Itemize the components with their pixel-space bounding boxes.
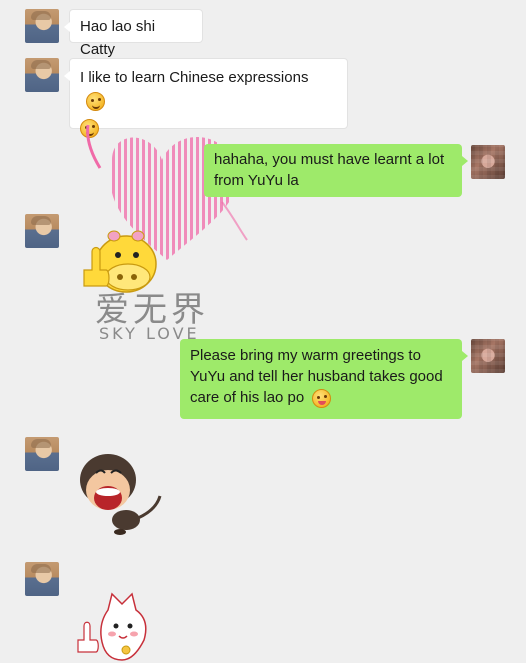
message-line: hahaha, you must have learnt a lot bbox=[214, 151, 445, 168]
message-bubble[interactable]: hahaha, you must have learnt a lot from … bbox=[204, 144, 468, 197]
message-bubble[interactable]: I like to learn Chinese expressions bbox=[64, 58, 348, 138]
message-line: care of his lao po bbox=[190, 387, 452, 408]
avatar[interactable] bbox=[25, 58, 59, 92]
avatar[interactable] bbox=[25, 562, 59, 596]
message-bubble[interactable]: Please bring my warm greetings to YuYu a… bbox=[180, 339, 468, 419]
message-line: from YuYu la bbox=[214, 172, 299, 189]
laughing-monkey-sticker[interactable] bbox=[68, 448, 168, 538]
wink-emoji-icon bbox=[86, 91, 105, 111]
avatar[interactable] bbox=[471, 145, 505, 179]
message-line: I like to learn Chinese expressions bbox=[80, 66, 337, 112]
message-text: care of his lao po bbox=[190, 389, 305, 406]
avatar[interactable] bbox=[25, 214, 59, 248]
message-text: I like to learn Chinese expressions bbox=[80, 69, 309, 86]
message-line: Please bring my warm greetings to bbox=[190, 347, 421, 364]
message-text: Hao lao shi Catty bbox=[80, 18, 156, 58]
avatar[interactable] bbox=[25, 437, 59, 471]
cat-thumbs-up-sticker[interactable] bbox=[70, 590, 170, 663]
message-line: YuYu and tell her husband takes good bbox=[190, 368, 443, 385]
message-bubble[interactable]: Hao lao shi Catty bbox=[64, 9, 203, 58]
avatar[interactable] bbox=[25, 9, 59, 43]
avatar[interactable] bbox=[471, 339, 505, 373]
tongue-out-emoji-icon bbox=[312, 388, 332, 408]
